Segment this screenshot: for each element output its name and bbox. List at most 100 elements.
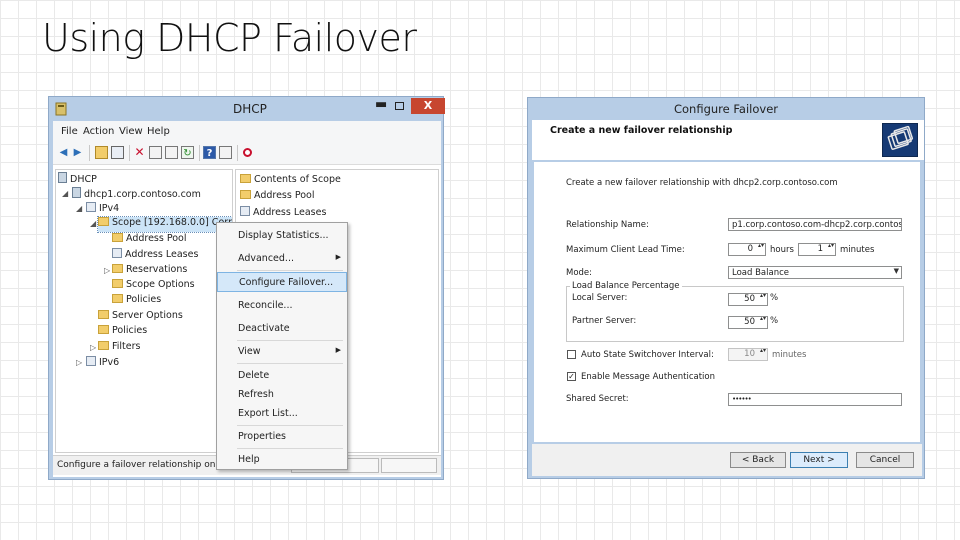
tree-item-reservations[interactable]: Reservations (112, 264, 187, 279)
auto-switchover-unit: minutes (772, 350, 807, 360)
enable-auth-checkbox[interactable]: ✓ (567, 372, 576, 381)
up-folder-icon[interactable] (95, 146, 108, 159)
expanded-arrow-icon[interactable]: ◢ (90, 219, 96, 228)
dhcp-titlebar: DHCP ▬ X (49, 97, 445, 121)
tree-item-server-options[interactable]: Server Options (98, 310, 183, 325)
menu-item-configure-failover[interactable]: Configure Failover... (217, 272, 347, 292)
toolbar-separator (89, 145, 90, 161)
next-button[interactable]: Next > (790, 452, 848, 468)
ipv6-icon (86, 356, 96, 366)
configure-failover-dialog: Configure Failover Create a new failover… (527, 97, 925, 479)
tree-item-scope-policies[interactable]: Policies (112, 294, 161, 309)
menu-separator (237, 448, 343, 449)
list-item[interactable]: Address Leases (240, 206, 326, 218)
wizard-header: Create a new failover relationship (532, 120, 924, 160)
submenu-arrow-icon: ▶ (335, 346, 341, 354)
menu-action[interactable]: Action (83, 126, 114, 137)
ipv4-icon (86, 202, 96, 212)
tree-item-scope-options[interactable]: Scope Options (112, 279, 195, 294)
menu-item-help[interactable]: Help (217, 450, 347, 470)
percent-label: % (770, 316, 779, 326)
mclt-minutes-spinner[interactable]: 1 (798, 243, 836, 256)
percent-label: % (770, 293, 779, 303)
forward-arrow-icon[interactable]: ▶ (71, 146, 84, 159)
toolbar-separator (129, 145, 130, 161)
expanded-arrow-icon[interactable]: ◢ (62, 189, 68, 198)
slide-title: Using DHCP Failover (42, 16, 417, 60)
intro-text: Create a new failover relationship with … (566, 178, 838, 188)
stop-icon[interactable] (241, 146, 254, 159)
collapsed-arrow-icon[interactable]: ▷ (90, 343, 96, 352)
minimize-button[interactable]: ▬ (375, 97, 387, 112)
menu-item-advanced[interactable]: Advanced... ▶ (217, 249, 347, 269)
menu-view[interactable]: View (119, 126, 143, 137)
console-tree: DHCP ◢ dhcp1.corp.contoso.com ◢ IPv4 ◢ S… (55, 169, 233, 453)
menu-item-refresh[interactable]: Refresh (217, 385, 347, 405)
menu-item-export-list[interactable]: Export List... (217, 404, 347, 424)
server-icon (72, 187, 81, 198)
tree-item-ipv6[interactable]: IPv6 (86, 356, 119, 371)
tree-item-server[interactable]: dhcp1.corp.contoso.com (72, 187, 201, 202)
mclt-hours-spinner[interactable]: 0 (728, 243, 766, 256)
load-balance-group-label: Load Balance Percentage (570, 281, 682, 291)
minutes-label: minutes (840, 245, 875, 255)
folder-icon (112, 264, 123, 273)
menu-separator (237, 270, 343, 271)
toolbar-separator (237, 145, 238, 161)
help-icon[interactable]: ? (203, 146, 216, 159)
menu-item-reconcile[interactable]: Reconcile... (217, 296, 347, 316)
dialog-title: Configure Failover (673, 102, 779, 116)
mode-label: Mode: (566, 268, 593, 278)
export-list-icon[interactable] (165, 146, 178, 159)
dhcp-root-icon (58, 172, 67, 183)
relationship-name-input[interactable]: p1.corp.contoso.com-dhcp2.corp.contoso.c… (728, 218, 902, 231)
tree-item-ipv4[interactable]: IPv4 (86, 202, 119, 217)
auto-switchover-checkbox[interactable] (567, 350, 576, 359)
menu-item-display-statistics[interactable]: Display Statistics... (217, 226, 347, 246)
menu-item-view[interactable]: View ▶ (217, 342, 347, 362)
menu-item-delete[interactable]: Delete (217, 366, 347, 386)
folder-icon (112, 294, 123, 303)
collapsed-arrow-icon[interactable]: ▷ (76, 358, 82, 367)
menu-file[interactable]: File (61, 126, 78, 137)
menu-item-properties[interactable]: Properties (217, 427, 347, 447)
mode-select[interactable]: Load Balance ▼ (728, 266, 902, 279)
tree-item-dhcp-root[interactable]: DHCP (58, 172, 97, 187)
tree-item-address-pool[interactable]: Address Pool (112, 233, 187, 248)
menu-item-deactivate[interactable]: Deactivate (217, 319, 347, 339)
folder-icon (112, 279, 123, 288)
tree-item-filters[interactable]: Filters (98, 341, 140, 356)
maximize-button[interactable] (395, 102, 404, 110)
tree-item-policies[interactable]: Policies (98, 325, 147, 340)
scope-folder-icon (98, 217, 109, 226)
mclt-label: Maximum Client Lead Time: (566, 245, 685, 255)
context-menu: Display Statistics... Advanced... ▶ Confi… (216, 222, 348, 470)
collapsed-arrow-icon[interactable]: ▷ (104, 266, 110, 275)
chevron-down-icon: ▼ (893, 267, 899, 275)
close-button[interactable]: X (411, 98, 445, 114)
mmc-icon[interactable] (219, 146, 232, 159)
cancel-button[interactable]: Cancel (856, 452, 914, 468)
list-item[interactable]: Contents of Scope (240, 174, 341, 185)
expanded-arrow-icon[interactable]: ◢ (76, 204, 82, 213)
folder-icon (240, 190, 251, 199)
folder-icon (240, 174, 251, 183)
show-hide-tree-icon[interactable] (111, 146, 124, 159)
auto-switchover-spinner[interactable]: 10 (728, 348, 768, 361)
list-item[interactable]: Address Pool (240, 190, 315, 201)
partner-server-spinner[interactable]: 50 (728, 316, 768, 329)
wizard-body: Create a new failover relationship with … (534, 162, 920, 442)
shared-secret-input[interactable]: •••••• (728, 393, 902, 406)
back-button[interactable]: < Back (730, 452, 786, 468)
delete-icon[interactable]: ✕ (133, 146, 146, 159)
tree-item-scope[interactable]: Scope [192.168.0.0] Corp1-scope (97, 216, 232, 233)
refresh-icon[interactable]: ↻ (181, 146, 194, 159)
hours-label: hours (770, 245, 794, 255)
properties-icon[interactable] (149, 146, 162, 159)
menu-help[interactable]: Help (147, 126, 170, 137)
local-server-spinner[interactable]: 50 (728, 293, 768, 306)
back-arrow-icon[interactable]: ◀ (57, 146, 70, 159)
tree-item-address-leases[interactable]: Address Leases (112, 248, 198, 263)
toolbar-separator (199, 145, 200, 161)
wizard-footer: < Back Next > Cancel (532, 444, 922, 476)
